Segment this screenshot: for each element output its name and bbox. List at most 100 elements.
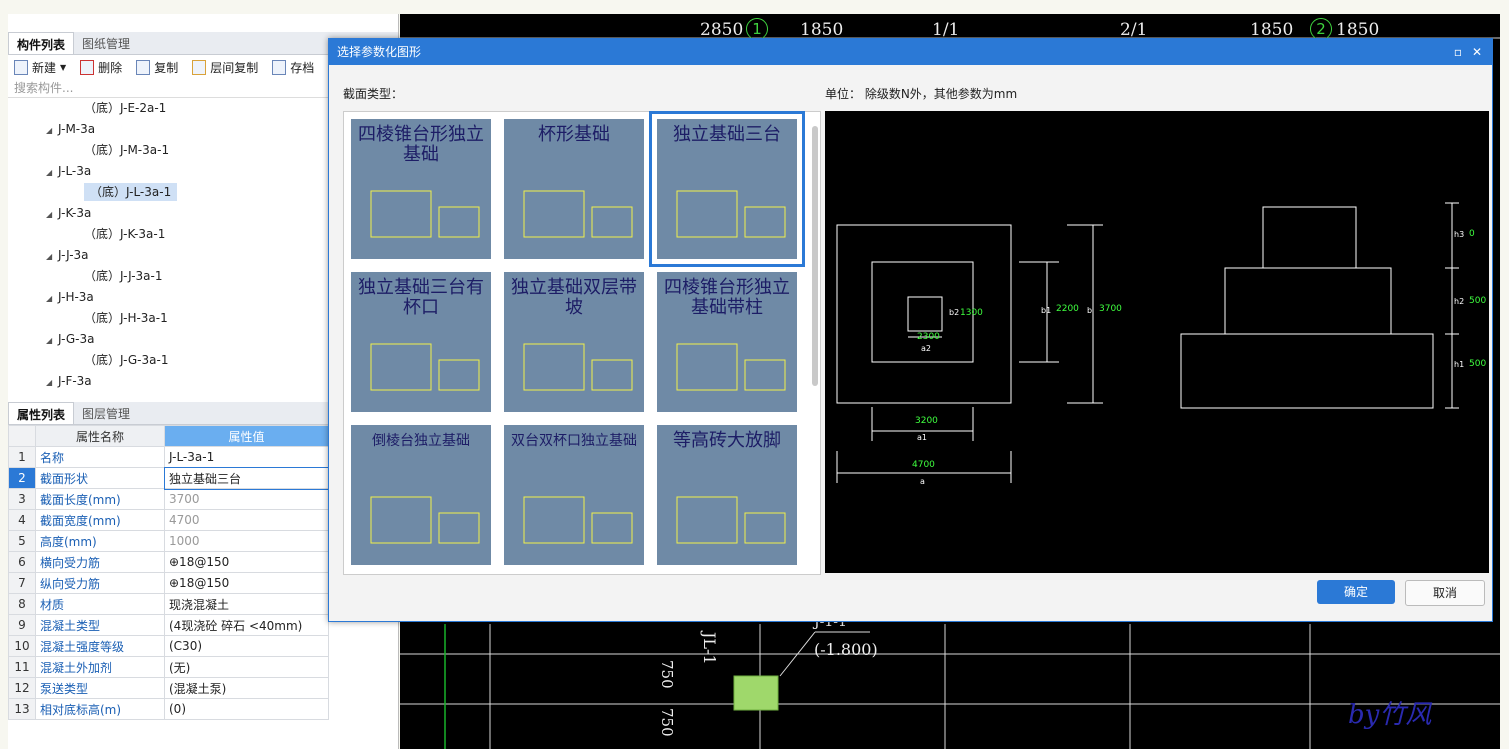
preview-a2-value: 2300 [917,332,940,342]
property-name: 泵送类型 [35,677,165,699]
shape-thumbnail[interactable]: 独立基础双层带坡 [499,267,649,417]
shape-preview: b2 1300 2300 a2 b1 2200 b 3700 3200 a1 4… [825,111,1489,573]
property-value[interactable]: (无) [164,656,329,678]
shape-thumbnail[interactable]: 独立基础三台 [649,111,805,267]
tree-item-label: （底）J-K-3a-1 [84,227,166,241]
close-icon[interactable]: ✕ [1472,39,1482,65]
copy-button[interactable]: 复制 [136,59,178,76]
tab-layer-management[interactable]: 图层管理 [74,402,138,424]
delete-button[interactable]: 删除 [80,59,122,76]
property-value[interactable]: 3700 [164,488,329,510]
property-row[interactable]: 2 截面形状 独立基础三台 [8,466,330,490]
expand-icon[interactable]: ◢ [46,246,58,267]
preview-h3-value: 0 [1469,229,1475,239]
preview-a2-label: a2 [921,344,931,353]
property-value[interactable]: (C30) [164,635,329,657]
floor-copy-button[interactable]: 层间复制 [192,59,258,76]
property-value[interactable]: (混凝土泵) [164,677,329,699]
preview-a1-value: 3200 [915,416,938,426]
axis-mark-1: 1 [746,18,768,40]
property-row[interactable]: 8 材质 现浇混凝土 [8,593,329,615]
property-value[interactable]: 现浇混凝土 [164,593,329,615]
property-name: 混凝土外加剂 [35,656,165,678]
property-row[interactable]: 7 纵向受力筋 ⊕18@150 [8,572,329,594]
property-name: 名称 [35,446,165,468]
shape-thumbnail[interactable]: 独立基础三台有杯口 [346,267,496,417]
tree-item-label: （底）J-M-3a-1 [84,143,170,157]
row-number: 13 [8,698,36,720]
thumbnail-schematic [676,343,786,391]
new-button[interactable]: 新建 ▼ [14,59,66,76]
tree-item-label: （底）J-G-3a-1 [84,353,169,367]
shape-gallery[interactable]: 四棱锥台形独立基础 杯形基础 独立基础三台独立基础三台有杯口 独立基础双层带坡 四棱锥台… [343,111,821,575]
property-value[interactable]: ⊕18@150 [164,551,329,573]
shape-thumbnail[interactable]: 四棱锥台形独立基础带柱 [652,267,802,417]
cad-dim-4: 1850 [1336,20,1380,40]
row-number: 7 [8,572,36,594]
property-value[interactable]: J-L-3a-1 [164,446,329,468]
expand-icon[interactable]: ◢ [46,372,58,392]
shape-thumbnail[interactable]: 四棱锥台形独立基础 [346,114,496,264]
cancel-button[interactable]: 取消 [1405,580,1485,606]
row-number: 6 [8,551,36,573]
cad-dim-1: 2850 [700,20,744,40]
property-rows: 1 名称 J-L-3a-1 2 截面形状 独立基础三台 3 截面长度(mm) 3700 4 截面宽度… [8,446,330,720]
property-row[interactable]: 10 混凝土强度等级 (C30) [8,635,329,657]
property-row[interactable]: 3 截面长度(mm) 3700 [8,488,329,510]
header-num [8,425,36,447]
shape-thumbnail[interactable]: 杯形基础 [499,114,649,264]
preview-b-value: 3700 [1099,304,1122,314]
gallery-scrollbar[interactable] [812,126,818,386]
archive-button[interactable]: 存档 [272,59,314,76]
tab-drawing-management[interactable]: 图纸管理 [74,32,138,54]
thumbnail-image: 四棱锥台形独立基础带柱 [657,272,797,412]
expand-icon[interactable]: ◢ [46,204,58,225]
row-number: 3 [8,488,36,510]
archive-icon [272,59,287,75]
property-value[interactable]: 4700 [164,509,329,531]
property-table: 属性名称 属性值 1 名称 J-L-3a-1 2 截面形状 独立基础三台 3 截面长度(mm)… [8,425,330,720]
property-row[interactable]: 9 混凝土类型 (4现浇砼 碎石 <40mm) [8,614,329,636]
property-value[interactable]: ⊕18@150 [164,572,329,594]
row-number: 12 [8,677,36,699]
tree-item-label: J-F-3a [58,374,92,388]
expand-icon[interactable]: ◢ [46,120,58,141]
property-value[interactable]: 独立基础三台 [163,466,330,490]
property-row[interactable]: 5 高度(mm) 1000 [8,530,329,552]
preview-b1-value: 2200 [1056,304,1079,314]
maximize-icon[interactable]: ▫ [1454,39,1462,65]
property-value[interactable]: 1000 [164,530,329,552]
cad-dim-side-2: 750 [658,708,676,737]
shape-thumbnail[interactable]: 双台双杯口独立基础 [499,420,649,570]
shape-thumbnail[interactable]: 倒棱台独立基础 [346,420,496,570]
property-value[interactable]: (0) [164,698,329,720]
expand-icon[interactable]: ◢ [46,330,58,351]
cad-elevation: (-1.800) [814,640,878,659]
archive-label: 存档 [290,60,315,75]
property-row[interactable]: 11 混凝土外加剂 (无) [8,656,329,678]
thumbnail-schematic [370,343,480,391]
property-name: 截面长度(mm) [35,488,165,510]
property-row[interactable]: 1 名称 J-L-3a-1 [8,446,329,468]
tab-component-list[interactable]: 构件列表 [8,32,75,54]
property-row[interactable]: 4 截面宽度(mm) 4700 [8,509,329,531]
cad-axis-label-1: 1/1 [932,20,960,40]
row-number: 1 [8,446,36,468]
new-icon [14,59,28,75]
property-row[interactable]: 12 泵送类型 (混凝土泵) [8,677,329,699]
dropdown-arrow-icon: ▼ [60,62,67,72]
cad-beam-label: JL-1 [700,632,719,665]
delete-icon [80,59,95,75]
ok-button[interactable]: 确定 [1317,580,1395,604]
tab-property-list[interactable]: 属性列表 [8,402,75,424]
property-row[interactable]: 13 相对底标高(m) (0) [8,698,329,720]
property-value[interactable]: (4现浇砼 碎石 <40mm) [164,614,329,636]
expand-icon[interactable]: ◢ [46,162,58,183]
preview-b2-label: b2 [949,308,960,317]
shape-thumbnail[interactable]: 等高砖大放脚 [652,420,802,570]
row-number: 9 [8,614,36,636]
property-row[interactable]: 6 横向受力筋 ⊕18@150 [8,551,329,573]
expand-icon[interactable]: ◢ [46,288,58,309]
property-name: 材质 [35,593,165,615]
param-shape-dialog: 选择参数化图形 ▫ ✕ 截面类型： 单位： 除级数N外，其他参数为mm 四棱锥台… [328,38,1493,622]
